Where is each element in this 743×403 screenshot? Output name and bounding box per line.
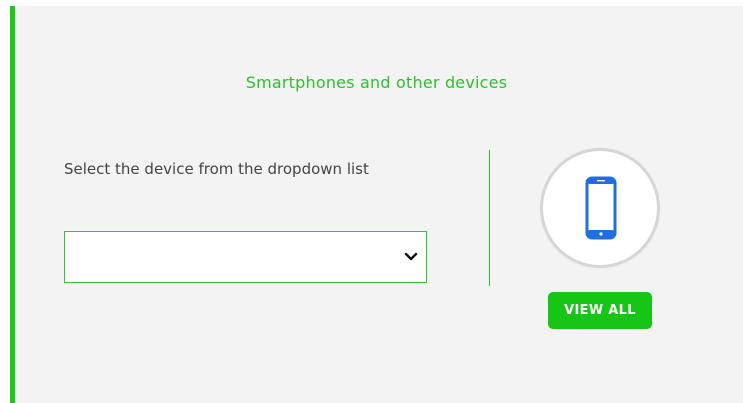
- section-heading: Smartphones and other devices: [245, 73, 508, 92]
- device-select[interactable]: [64, 231, 427, 283]
- select-instructions: Select the device from the dropdown list: [64, 160, 369, 178]
- vertical-divider: [489, 150, 490, 286]
- device-image-circle: [543, 151, 657, 265]
- chevron-down-icon: [404, 252, 418, 261]
- view-all-button[interactable]: VIEW ALL: [548, 292, 652, 329]
- accent-bar: [10, 6, 15, 403]
- smartphone-icon: [585, 176, 617, 240]
